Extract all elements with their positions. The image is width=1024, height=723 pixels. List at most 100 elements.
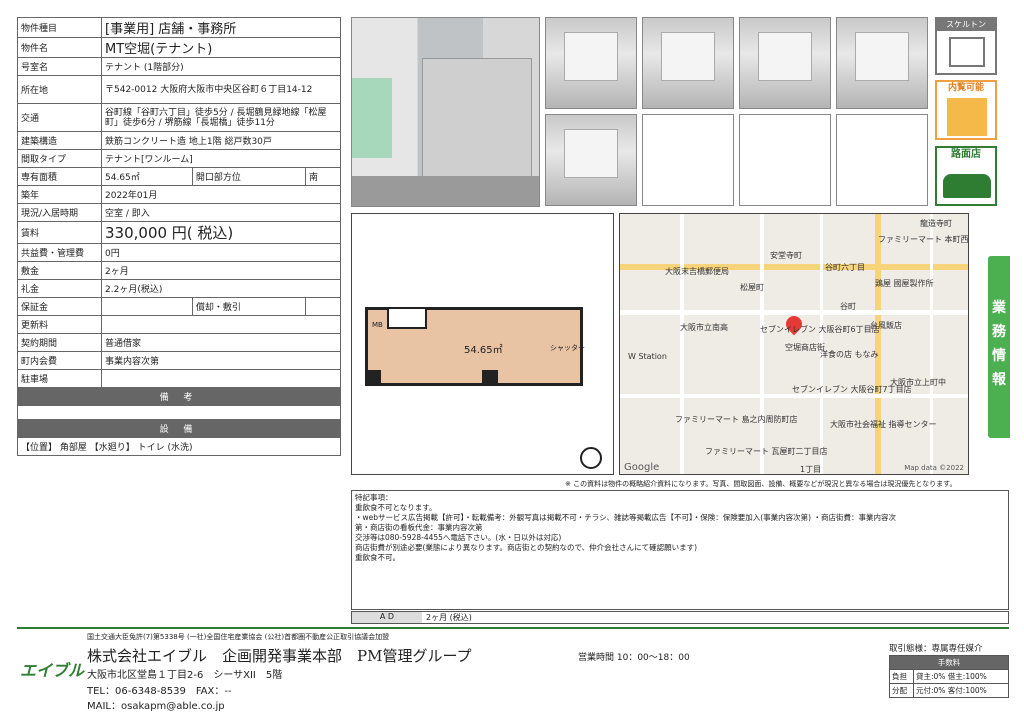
spec-key: 更新料 [17, 315, 102, 334]
google-logo: Google [624, 462, 660, 473]
map-label: 洋食の店 もなみ [820, 350, 879, 359]
fee-value: 貸主:0% 借主:100% [913, 669, 1009, 684]
spec-key: 共益費・管理費 [17, 243, 102, 262]
company-mail[interactable]: MAIL：osakapm@able.co.jp [87, 697, 225, 712]
spec-table: 物件種目 [事業用] 店舗・事務所 物件名 MT空堀(テナント) 号室名 テナント (1階… [17, 17, 341, 456]
spec-value: 普通借家 [101, 333, 341, 352]
spec-row: 共益費・管理費 0円 [17, 243, 341, 262]
spec-key: 物件名 [17, 37, 102, 58]
business-hours: 営業時間 10：00～18：00 [578, 653, 690, 663]
spec-value: MT空堀(テナント) [101, 37, 341, 58]
spec-row: 物件名 MT空堀(テナント) [17, 37, 341, 58]
empty-photo-slot [836, 114, 928, 206]
note-line: 特記事項： [355, 493, 393, 502]
map-label: 空堀商店街 [785, 343, 825, 352]
license-text: 国土交通大臣免許(7)第5338号 (一社)全国住宅産業協会 (公社)首都圏不動… [87, 633, 390, 641]
spec-value: 事業内容次第 [101, 351, 341, 370]
map-label: ファミリーマート 島之内周防町店 [675, 415, 798, 424]
spec-key: 号室名 [17, 57, 102, 76]
spec-value [101, 369, 341, 388]
remarks-body [17, 405, 341, 420]
side-label-text: 業務情報 [992, 300, 1006, 388]
disclaimer: ※ この資料は物件の概略紹介資料になります。写真、間取図面、設備、概要などが現況… [565, 480, 957, 488]
floor-plan[interactable]: MB 54.65㎡ シャッター [351, 213, 614, 475]
spec-key: 交通 [17, 103, 102, 132]
interior-photo-3[interactable] [739, 17, 831, 109]
spec-key: 建築構造 [17, 131, 102, 150]
spec-value: 2.2ヶ月(税込) [101, 279, 341, 298]
map-label: 谷町 [840, 302, 856, 311]
spec-row: 交通 谷町線「谷町六丁目」徒歩5分 / 長堀鶴見緑地線「松屋町」徒歩6分 / 堺筋… [17, 103, 341, 132]
pillar [482, 370, 498, 386]
spec-key: 償却・敷引 [191, 297, 307, 316]
note-line: 第・商店街の看板代金：事業内容次第 [355, 523, 483, 532]
map-label: 大阪末吉橋郵便局 [665, 267, 729, 276]
spec-key: 開口部方位 [191, 167, 307, 186]
skeleton-badge-label: スケルトン [937, 19, 995, 31]
equipment-body: 【位置】 角部屋 【水廻り】 トイレ (水洗) [17, 437, 341, 456]
spec-row: 駐車場 [17, 369, 341, 388]
equipment-header: 設 備 [17, 419, 341, 438]
roadside-badge-label: 路面店 [951, 149, 981, 160]
spec-value: 0円 [101, 243, 341, 262]
ad-row: A D 2ヶ月 (税込) [351, 611, 1009, 624]
viewing-badge: 内覧可能 [935, 80, 997, 140]
car-icon [943, 174, 991, 198]
spec-row: 保証金 償却・敷引 [17, 297, 341, 316]
notes-box: 特記事項： 重飲食不可となります。 ・webサービス広告掲載【許可】・転載備考：外観… [351, 490, 1009, 610]
map-label: セブンイレブン 大阪谷町6丁目店 [760, 325, 880, 334]
viewing-badge-label: 内覧可能 [947, 83, 984, 93]
spec-key: 保証金 [17, 297, 102, 316]
skeleton-badge: スケルトン [935, 17, 997, 75]
fee-key: 分配 [889, 683, 914, 698]
map-label: 鶏屋 國屋製作所 [875, 279, 934, 288]
spec-row: 契約期間 普通借家 [17, 333, 341, 352]
interior-photo-5[interactable] [545, 114, 637, 206]
spec-key: 敷金 [17, 261, 102, 280]
spec-key: 築年 [17, 185, 102, 204]
company-address: 大阪市北区堂島１丁目2-6 シーサXII 5階 [87, 670, 283, 681]
spec-row: 賃料 330,000 円( 税込) [17, 221, 341, 244]
spec-row: 町内会費 事業内容次第 [17, 351, 341, 370]
spec-key: 礼金 [17, 279, 102, 298]
spec-row: 現況/入居時期 空室 / 即入 [17, 203, 341, 222]
map-label: ファミリーマート 瓦屋町二丁目店 [705, 447, 828, 456]
map-label: 台風飯店 [870, 321, 902, 330]
map-label: W Station [628, 352, 667, 361]
spec-row: 専有面積 54.65㎡ 開口部方位南 [17, 167, 341, 186]
exterior-photo[interactable] [351, 17, 540, 207]
spec-value [305, 297, 341, 316]
company-tel: TEL：06-6348-8539 FAX：-- [87, 686, 232, 697]
ad-value: 2ヶ月 (税込) [426, 613, 472, 622]
spec-value: 330,000 円( 税込) [101, 221, 341, 244]
note-line: 商店街費が別途必要(業態により異なります。商店街との契約なので、仲介会社さんにて… [355, 543, 698, 552]
roadside-badge: 路面店 [935, 146, 997, 206]
spec-key: 町内会費 [17, 351, 102, 370]
spec-key: 現況/入居時期 [17, 203, 102, 222]
mb-label: MB [372, 321, 383, 329]
map-label: 谷町六丁目 [825, 263, 865, 272]
map-copyright: Map data ©2022 [904, 464, 964, 472]
interior-photo-2[interactable] [642, 17, 734, 109]
ad-label: A D [352, 612, 422, 623]
footer-divider [17, 627, 1009, 629]
location-map[interactable]: 龍造寺町ファミリーマート 本町西一丁目店安堂寺町大阪末吉橋郵便局 谷町六丁目松屋町… [619, 213, 969, 475]
map-label: 松屋町 [740, 283, 764, 292]
company-name: 株式会社エイブル 企画開発事業本部 PM管理グループ [87, 647, 472, 665]
interior-photo-1[interactable] [545, 17, 637, 109]
spec-value: テナント (1階部分) [101, 57, 341, 76]
interior-photo-4[interactable] [836, 17, 928, 109]
note-line: 重飲食不可となります。 [355, 503, 437, 512]
note-line: 交渉等は080-5928-4455へ電話下さい。(水・日以外は対応) [355, 533, 562, 542]
empty-photo-slot [642, 114, 734, 206]
spec-value: 2022年01月 [101, 185, 341, 204]
fee-table: 手数料 負担 貸主:0% 借主:100% 分配 元付:0% 客付:100% [889, 655, 1009, 698]
toilet-room [387, 307, 427, 329]
spec-value: [事業用] 店舗・事務所 [101, 17, 341, 38]
spec-value [101, 315, 341, 334]
shutter-label: シャッター [550, 344, 585, 352]
compass-icon [580, 447, 602, 469]
fee-value: 元付:0% 客付:100% [913, 683, 1009, 698]
map-label: 龍造寺町 [920, 219, 952, 228]
spec-key: 契約期間 [17, 333, 102, 352]
